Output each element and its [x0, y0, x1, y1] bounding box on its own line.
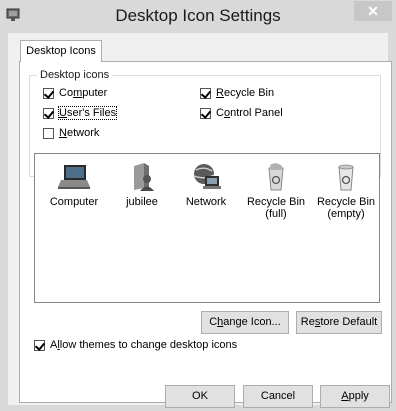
tab-desktop-icons[interactable]: Desktop Icons [20, 40, 102, 62]
computer-icon [58, 165, 90, 189]
icon-label: Recycle Bin (empty) [316, 196, 376, 220]
title-bar: Desktop Icon Settings ✕ [0, 0, 396, 33]
checkbox-network[interactable]: Network [43, 126, 99, 140]
checkbox-label-control-panel: Control Panel [216, 107, 283, 119]
user-files-icon [134, 163, 154, 191]
desktop-icon-list[interactable]: Computer jubilee Network Recycle Bin (fu… [34, 153, 380, 303]
dialog-window: Desktop Icon Settings ✕ Desktop Icons De… [0, 0, 396, 411]
recycle-bin-full-icon [268, 163, 284, 191]
checkbox-box[interactable] [43, 127, 54, 139]
network-icon [193, 164, 221, 189]
checkbox-label-allow-themes: Allow themes to change desktop icons [50, 339, 238, 351]
checkbox-label-recycle-bin: Recycle Bin [216, 87, 275, 99]
checkbox-box[interactable] [34, 339, 45, 351]
icon-label: Recycle Bin (full) [246, 196, 306, 220]
checkbox-computer[interactable]: Computer [43, 86, 107, 100]
checkbox-label-computer: Computer [59, 87, 108, 99]
checkbox-label-users-files: User's Files [57, 106, 118, 120]
desktop-icons-group-label: Desktop icons [37, 69, 113, 81]
ok-button[interactable]: OK [165, 385, 235, 408]
checkbox-label-network: Network [59, 127, 100, 139]
checkbox-users-files[interactable]: User's Files [43, 106, 118, 120]
icon-label: jubilee [126, 196, 158, 208]
list-item-user-files[interactable]: jubilee [107, 162, 177, 208]
checkbox-box[interactable] [200, 107, 211, 119]
icon-label: Network [185, 196, 227, 208]
restore-default-button[interactable]: Restore Default [296, 311, 382, 334]
change-icon-button[interactable]: Change Icon... [201, 311, 289, 334]
checkbox-control-panel[interactable]: Control Panel [200, 106, 283, 120]
recycle-bin-empty-icon [338, 164, 354, 191]
list-item-recycle-bin-empty[interactable]: Recycle Bin (empty) [311, 162, 381, 220]
apply-button[interactable]: Apply [320, 385, 390, 408]
list-item-network[interactable]: Network [171, 162, 241, 208]
list-item-computer[interactable]: Computer [39, 162, 109, 208]
checkbox-box[interactable] [43, 87, 54, 99]
checkbox-box[interactable] [200, 87, 211, 99]
window-title: Desktop Icon Settings [115, 6, 281, 25]
checkbox-box[interactable] [43, 107, 54, 119]
icon-label: Computer [49, 196, 99, 208]
checkbox-recycle-bin[interactable]: Recycle Bin [200, 86, 274, 100]
checkbox-allow-themes[interactable]: Allow themes to change desktop icons [34, 338, 237, 352]
list-item-recycle-bin-full[interactable]: Recycle Bin (full) [241, 162, 311, 220]
close-button[interactable]: ✕ [354, 1, 392, 21]
cancel-button[interactable]: Cancel [243, 385, 313, 408]
